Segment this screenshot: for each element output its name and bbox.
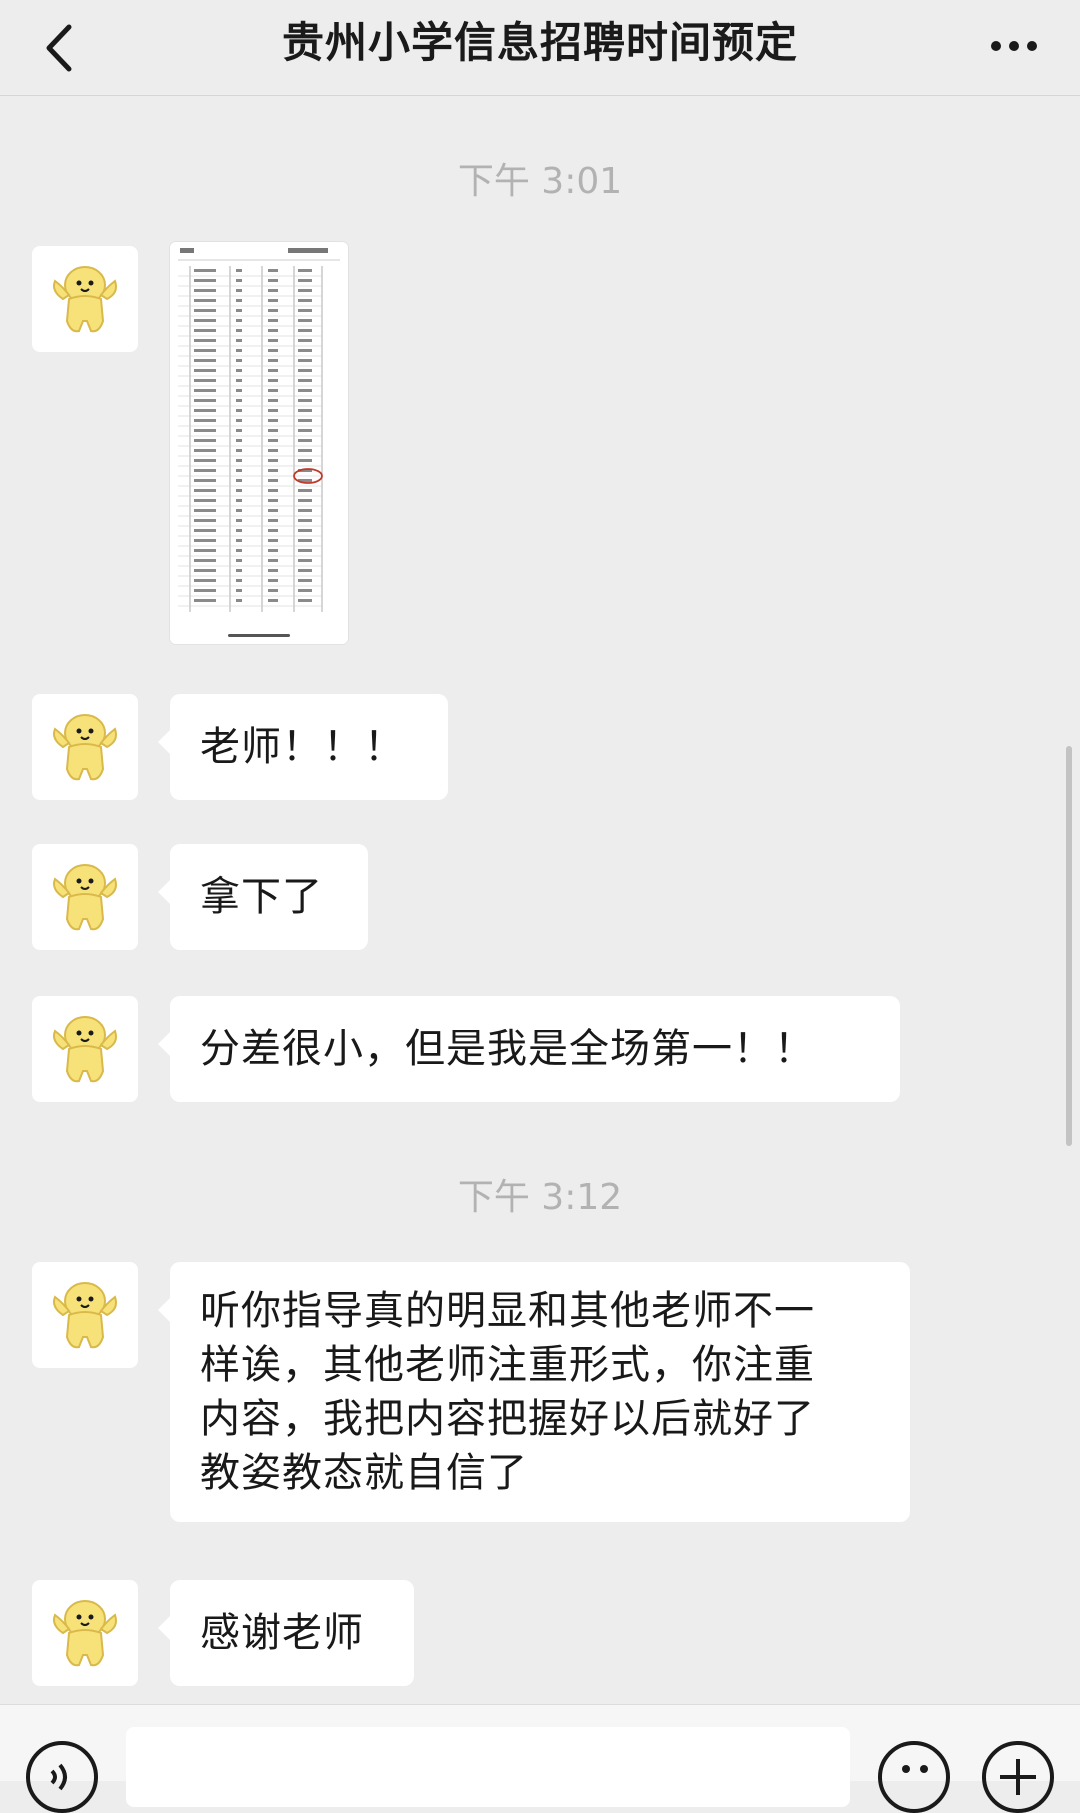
avatar[interactable]	[32, 1262, 138, 1368]
message-bubble[interactable]: 感谢老师	[158, 1580, 414, 1686]
yellow-bear-avatar-icon	[53, 714, 117, 781]
voice-icon[interactable]	[26, 1741, 98, 1813]
more-dots-icon[interactable]	[984, 22, 1044, 70]
yellow-bear-avatar-icon	[53, 864, 117, 931]
chevron-left-icon[interactable]	[34, 18, 82, 78]
avatar[interactable]	[32, 844, 138, 950]
yellow-bear-avatar-icon	[53, 1600, 117, 1667]
input-bar	[0, 1704, 1080, 1813]
chat-header: 贵州小学信息招聘时间预定	[0, 0, 1080, 96]
yellow-bear-avatar-icon	[53, 1016, 117, 1083]
timestamp: 下午 3:01	[457, 161, 623, 202]
message-bubble[interactable]: 老师！！！	[158, 694, 448, 800]
chat-scrollbar[interactable]	[1066, 746, 1072, 1146]
message-input[interactable]	[126, 1727, 850, 1807]
yellow-bear-avatar-icon	[53, 266, 117, 333]
message-bubble[interactable]: 拿下了	[158, 844, 368, 950]
avatar[interactable]	[32, 694, 138, 800]
message-line: 内容，我把内容把握好以后就好了	[200, 1396, 815, 1442]
plus-icon[interactable]	[982, 1741, 1054, 1813]
avatar[interactable]	[32, 1580, 138, 1686]
message-line: 样诶，其他老师注重形式，你注重	[200, 1342, 815, 1388]
message-line: 教姿教态就自信了	[200, 1450, 528, 1496]
timestamp: 下午 3:12	[457, 1177, 623, 1218]
message-line: 听你指导真的明显和其他老师不一	[200, 1288, 815, 1334]
message-bubble[interactable]: 听你指导真的明显和其他老师不一 样诶，其他老师注重形式，你注重 内容，我把内容把…	[158, 1262, 910, 1522]
chat-area[interactable]: 下午 3:01 老师！！！ 拿下了 分差很小，但是我是全场第一！！ 下午 3:1…	[0, 96, 1080, 1704]
emoji-icon[interactable]	[878, 1741, 950, 1813]
message-bubble[interactable]: 分差很小，但是我是全场第一！！	[158, 996, 900, 1102]
chat-title: 贵州小学信息招聘时间预定	[281, 18, 798, 67]
yellow-bear-avatar-icon	[53, 1282, 117, 1349]
avatar[interactable]	[32, 246, 138, 352]
avatar[interactable]	[32, 996, 138, 1102]
spreadsheet-image-thumbnail[interactable]	[170, 242, 348, 644]
